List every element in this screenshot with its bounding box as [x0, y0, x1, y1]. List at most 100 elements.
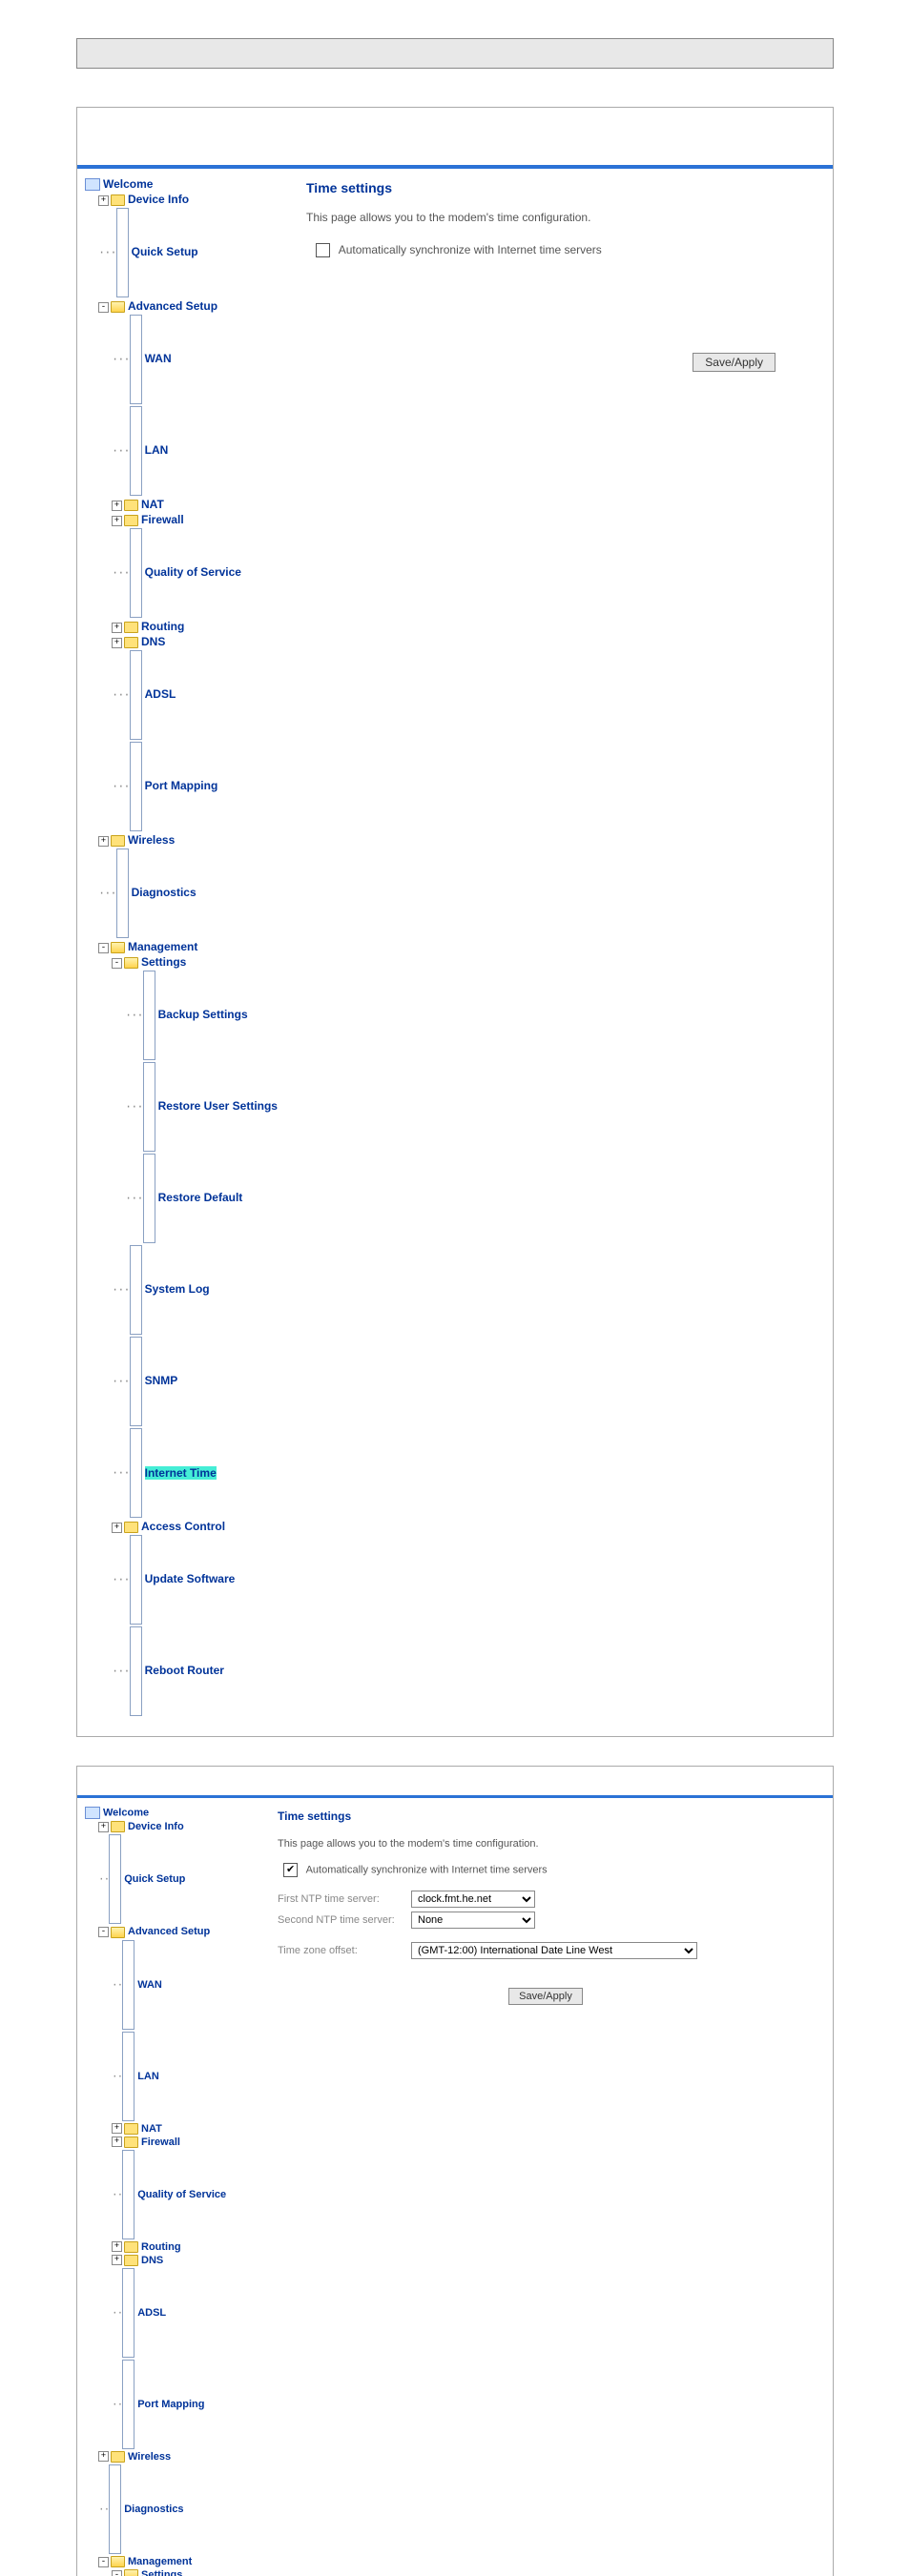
tree-adsl[interactable]: ···ADSL [110, 649, 293, 741]
page-icon [130, 315, 142, 404]
page-icon [109, 1834, 121, 1924]
auto-sync-checkbox[interactable]: ✔ [283, 1863, 298, 1877]
tree-access-control[interactable]: +Access Control [110, 1519, 293, 1534]
folder-icon [111, 1821, 125, 1832]
expand-icon[interactable]: + [112, 638, 122, 648]
collapse-icon[interactable]: - [98, 1927, 109, 1937]
page-desc: This page allows you to the modem's time… [306, 211, 814, 224]
tree-qos[interactable]: ··Quality of Service [110, 2149, 264, 2240]
tree-advanced-setup[interactable]: -Advanced Setup [96, 298, 293, 314]
save-apply-button[interactable]: Save/Apply [693, 353, 776, 372]
tree-management[interactable]: -Management [96, 2555, 264, 2568]
folder-open-icon [111, 942, 125, 953]
tree-advanced-setup[interactable]: -Advanced Setup [96, 1925, 264, 1938]
tree-qos[interactable]: ···Quality of Service [110, 527, 293, 619]
expand-icon[interactable]: + [112, 2255, 122, 2265]
expand-icon[interactable]: + [98, 195, 109, 206]
tree-quick-setup[interactable]: ···Quick Setup [96, 207, 293, 298]
tree-quick-setup[interactable]: ··Quick Setup [96, 1833, 264, 1925]
collapse-icon[interactable]: - [98, 2557, 109, 2567]
folder-open-icon [124, 2569, 138, 2576]
tree-firewall[interactable]: +Firewall [110, 2136, 264, 2149]
tree-snmp[interactable]: ···SNMP [110, 1336, 293, 1427]
tree-restore-user[interactable]: ···Restore User Settings [123, 1061, 293, 1153]
tree-wan[interactable]: ··WAN [110, 1939, 264, 2031]
tree-nat[interactable]: +NAT [110, 2122, 264, 2136]
folder-icon [111, 194, 125, 206]
tree-diagnostics[interactable]: ···Diagnostics [96, 848, 293, 939]
collapse-icon[interactable]: - [112, 958, 122, 969]
collapse-icon[interactable]: - [98, 943, 109, 953]
folder-icon [124, 2255, 138, 2266]
expand-icon[interactable]: + [112, 1523, 122, 1533]
expand-icon[interactable]: + [98, 2451, 109, 2462]
folder-icon [111, 835, 125, 847]
expand-icon[interactable]: + [112, 623, 122, 633]
tree-dns[interactable]: +DNS [110, 634, 293, 649]
tree-restore-default[interactable]: ···Restore Default [123, 1153, 293, 1244]
save-apply-button[interactable]: Save/Apply [508, 1988, 583, 2005]
tree-internet-time[interactable]: ···Internet Time [110, 1427, 293, 1519]
page-title: Time settings [306, 180, 814, 195]
page-icon [116, 208, 129, 297]
doc-header-bar [76, 38, 834, 69]
expand-icon[interactable]: + [112, 2241, 122, 2252]
ntp1-label: First NTP time server: [278, 1893, 411, 1905]
tree-port-mapping[interactable]: ··Port Mapping [110, 2359, 264, 2450]
tree-dns[interactable]: +DNS [110, 2254, 264, 2267]
tree-settings[interactable]: -Settings [110, 2568, 264, 2576]
tree-wireless[interactable]: +Wireless [96, 832, 293, 848]
content-panel-2: Time settings This page allows you to th… [268, 1798, 833, 2576]
tree-update-software[interactable]: ···Update Software [110, 1534, 293, 1625]
tree-diagnostics[interactable]: ··Diagnostics [96, 2464, 264, 2555]
folder-icon [124, 2123, 138, 2135]
page-icon [130, 742, 142, 831]
tree-nat[interactable]: +NAT [110, 497, 293, 512]
collapse-icon[interactable]: - [112, 2570, 122, 2576]
folder-icon [124, 2241, 138, 2253]
page-icon [130, 528, 142, 618]
tree-wan[interactable]: ···WAN [110, 314, 293, 405]
ntp2-select[interactable]: None [411, 1912, 535, 1929]
tree-device-info[interactable]: +Device Info [96, 1820, 264, 1833]
tree-settings[interactable]: -Settings [110, 954, 293, 970]
nav-tree-2: Welcome +Device Info ··Quick Setup -Adva… [77, 1798, 268, 2576]
tree-welcome[interactable]: Welcome [83, 176, 293, 192]
banner-area [77, 1767, 833, 1798]
ntp1-select[interactable]: clock.fmt.he.net [411, 1891, 535, 1908]
auto-sync-checkbox[interactable] [316, 243, 330, 257]
page-icon [130, 1337, 142, 1426]
collapse-icon[interactable]: - [98, 302, 109, 313]
tree-firewall[interactable]: +Firewall [110, 512, 293, 527]
tree-port-mapping[interactable]: ···Port Mapping [110, 741, 293, 832]
tree-lan[interactable]: ··LAN [110, 2031, 264, 2122]
page-icon [130, 1626, 142, 1716]
expand-icon[interactable]: + [112, 501, 122, 511]
tz-select[interactable]: (GMT-12:00) International Date Line West [411, 1942, 697, 1959]
expand-icon[interactable]: + [98, 836, 109, 847]
folder-icon [111, 2451, 125, 2463]
tree-lan[interactable]: ···LAN [110, 405, 293, 497]
page-desc: This page allows you to the modem's time… [278, 1838, 814, 1850]
page-title: Time settings [278, 1809, 814, 1823]
tz-label: Time zone offset: [278, 1945, 411, 1956]
expand-icon[interactable]: + [112, 2123, 122, 2134]
tree-system-log[interactable]: ···System Log [110, 1244, 293, 1336]
tree-routing[interactable]: +Routing [110, 2240, 264, 2254]
page-icon [130, 1535, 142, 1625]
content-panel-1: Time settings This page allows you to th… [297, 169, 833, 1736]
tree-adsl[interactable]: ··ADSL [110, 2267, 264, 2359]
nav-tree: Welcome +Device Info ···Quick Setup -Adv… [77, 169, 297, 1736]
tree-device-info[interactable]: +Device Info [96, 192, 293, 207]
expand-icon[interactable]: + [112, 2136, 122, 2147]
ntp2-label: Second NTP time server: [278, 1914, 411, 1926]
tree-reboot[interactable]: ···Reboot Router [110, 1625, 293, 1717]
tree-routing[interactable]: +Routing [110, 619, 293, 634]
tree-wireless[interactable]: +Wireless [96, 2450, 264, 2464]
expand-icon[interactable]: + [112, 516, 122, 526]
tree-management[interactable]: -Management [96, 939, 293, 954]
tree-welcome[interactable]: Welcome [83, 1806, 264, 1820]
expand-icon[interactable]: + [98, 1822, 109, 1832]
tree-backup[interactable]: ···Backup Settings [123, 970, 293, 1061]
folder-open-icon [111, 2556, 125, 2567]
